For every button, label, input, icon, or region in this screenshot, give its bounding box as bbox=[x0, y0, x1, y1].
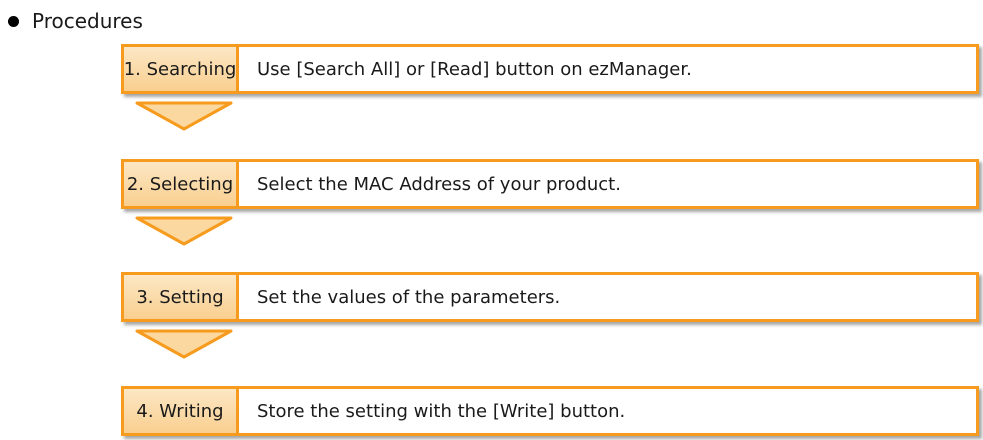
procedures-title: Procedures bbox=[32, 9, 143, 33]
step-4-label: 4. Writing bbox=[124, 389, 239, 433]
step-3: 3. Setting Set the values of the paramet… bbox=[121, 272, 979, 322]
down-arrow-icon bbox=[135, 216, 233, 246]
step-1: 1. Searching Use [Search All] or [Read] … bbox=[121, 44, 979, 94]
step-3-label: 3. Setting bbox=[124, 275, 239, 319]
step-2: 2. Selecting Select the MAC Address of y… bbox=[121, 159, 979, 209]
step-1-description: Use [Search All] or [Read] button on ezM… bbox=[257, 58, 692, 80]
procedures-heading: Procedures bbox=[6, 6, 143, 36]
step-4: 4. Writing Store the setting with the [W… bbox=[121, 386, 979, 436]
step-2-description: Select the MAC Address of your product. bbox=[257, 173, 621, 195]
down-arrow-icon bbox=[135, 101, 233, 131]
step-2-label: 2. Selecting bbox=[124, 162, 239, 206]
down-arrow-icon bbox=[135, 329, 233, 359]
bullet-icon bbox=[8, 15, 19, 27]
step-4-description: Store the setting with the [Write] butto… bbox=[257, 400, 626, 422]
step-3-description: Set the values of the parameters. bbox=[257, 286, 561, 308]
step-1-label: 1. Searching bbox=[124, 47, 239, 91]
